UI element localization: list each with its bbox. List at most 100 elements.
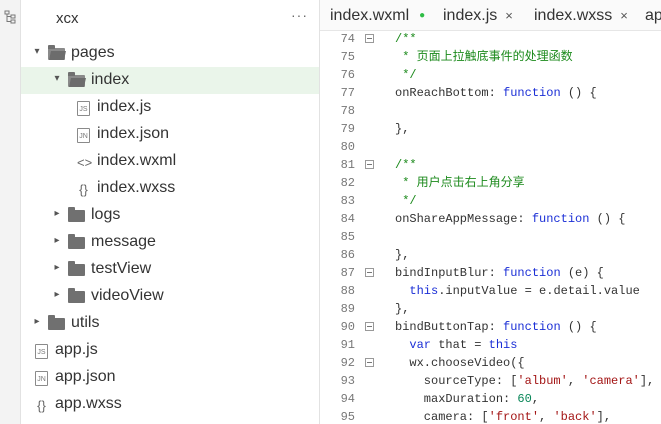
- code-text: bindInputBlur: function (e) {: [395, 264, 604, 282]
- chevron-right-icon[interactable]: ▸: [51, 235, 63, 246]
- folder-icon: [68, 288, 85, 303]
- line-number: 87: [340, 266, 355, 280]
- tab-label: index.js: [443, 7, 498, 24]
- tree-file[interactable]: {} index.wxss: [21, 175, 319, 202]
- tree-item-label: app.js: [55, 341, 98, 358]
- tree-file[interactable]: JN index.json: [21, 121, 319, 148]
- chevron-down-icon[interactable]: ▾: [51, 73, 63, 84]
- code-line: 82 * 用户点击右上角分享: [320, 174, 661, 192]
- code-text: var that = this: [395, 336, 517, 354]
- code-token: ,: [567, 374, 583, 388]
- tree-folder[interactable]: ▾ index: [21, 67, 319, 94]
- file-tree-icon[interactable]: [4, 10, 16, 24]
- code-text: bindButtonTap: function () {: [395, 318, 597, 336]
- code-token: },: [395, 248, 410, 262]
- js-file-icon: JS: [77, 101, 90, 116]
- code-line: 76 */: [320, 66, 661, 84]
- close-tab-icon[interactable]: ×: [505, 8, 513, 23]
- tree-folder[interactable]: ▸ videoView: [21, 283, 319, 310]
- chevron-right-icon[interactable]: ▸: [51, 208, 63, 219]
- code-token: 'camera': [582, 374, 640, 388]
- code-line: 93 sourceType: ['album', 'camera'],: [320, 372, 661, 390]
- tree-item-label: message: [91, 233, 156, 250]
- tab-label: index.wxml: [330, 7, 410, 25]
- code-line: 91 var that = this: [320, 336, 661, 354]
- line-number: 85: [340, 230, 355, 244]
- fold-collapse-icon[interactable]: [365, 358, 374, 367]
- fold-collapse-icon[interactable]: [365, 322, 374, 331]
- tree-item-label: index: [91, 71, 130, 88]
- wxss-file-icon: {}: [37, 398, 46, 413]
- code-text: * 用户点击右上角分享: [395, 174, 524, 192]
- tree-item-label: pages: [71, 44, 115, 61]
- close-tab-icon[interactable]: ×: [620, 8, 628, 23]
- tree-file[interactable]: JN app.json: [21, 364, 319, 391]
- tree-file[interactable]: JS app.js: [21, 337, 319, 364]
- line-number: 75: [340, 50, 355, 64]
- editor-tab[interactable]: index.wxss ×: [534, 0, 628, 30]
- code-line: 74 /**: [320, 30, 661, 48]
- code-line: 94 maxDuration: 60,: [320, 390, 661, 408]
- fold-collapse-icon[interactable]: [365, 34, 374, 43]
- code-token: function: [503, 86, 561, 100]
- code-text: wx.chooseVideo({: [395, 354, 524, 372]
- code-token: */: [395, 194, 417, 208]
- fold-collapse-icon[interactable]: [365, 268, 374, 277]
- code-line: 89},: [320, 300, 661, 318]
- explorer-header: xcx ···: [21, 0, 319, 34]
- code-token: this: [488, 338, 518, 352]
- code-text: this.inputValue = e.detail.value: [395, 282, 639, 300]
- chevron-right-icon[interactable]: ▸: [51, 289, 63, 300]
- code-text: },: [395, 120, 409, 138]
- line-number: 76: [340, 68, 355, 82]
- code-text: },: [395, 246, 409, 264]
- more-actions-icon[interactable]: ···: [291, 7, 308, 23]
- tree-folder[interactable]: ▸ logs: [21, 202, 319, 229]
- tree-file[interactable]: <> index.wxml: [21, 148, 319, 175]
- code-token: 'album': [517, 374, 568, 388]
- code-line: 81 /**: [320, 156, 661, 174]
- editor-tab[interactable]: ap: [645, 0, 661, 30]
- code-token: sourceType: [: [395, 374, 518, 388]
- tree-item-label: index.json: [97, 125, 170, 142]
- project-name: xcx: [56, 10, 79, 27]
- code-text: onShareAppMessage: function () {: [395, 210, 625, 228]
- code-token: },: [395, 122, 410, 136]
- editor-tab[interactable]: index.js ×: [443, 0, 513, 30]
- code-token: 'back': [553, 410, 597, 424]
- tree-folder[interactable]: ▸ utils: [21, 310, 319, 337]
- code-line: 88 this.inputValue = e.detail.value: [320, 282, 661, 300]
- code-line: 86},: [320, 246, 661, 264]
- code-token: /**: [395, 32, 417, 46]
- code-token: /**: [395, 158, 417, 172]
- unsaved-dot-icon[interactable]: ●: [419, 10, 425, 21]
- chevron-right-icon[interactable]: ▸: [31, 316, 43, 327]
- line-number: 79: [340, 122, 355, 136]
- tree-item-label: logs: [91, 206, 121, 223]
- line-number: 83: [340, 194, 355, 208]
- tree-folder[interactable]: ▸ message: [21, 229, 319, 256]
- fold-collapse-icon[interactable]: [365, 160, 374, 169]
- code-token: function: [503, 266, 561, 280]
- code-line: 83 */: [320, 192, 661, 210]
- code-line: 77 onReachBottom: function () {: [320, 84, 661, 102]
- editor-tab[interactable]: index.wxml ●: [330, 0, 425, 30]
- code-text: maxDuration: 60,: [395, 390, 539, 408]
- tree-folder[interactable]: ▸ testView: [21, 256, 319, 283]
- chevron-down-icon[interactable]: ▾: [31, 46, 43, 57]
- code-token: maxDuration:: [395, 392, 518, 406]
- tree-folder[interactable]: ▾ pages: [21, 40, 319, 67]
- code-text: * 页面上拉触底事件的处理函数: [395, 48, 572, 66]
- code-token: () {: [589, 212, 626, 226]
- code-line: 75 * 页面上拉触底事件的处理函数: [320, 48, 661, 66]
- code-token: var: [409, 338, 432, 352]
- chevron-right-icon[interactable]: ▸: [51, 262, 63, 273]
- code-token: 60: [517, 392, 532, 406]
- code-token: 'front': [488, 410, 540, 424]
- tree-item-label: app.json: [55, 368, 116, 385]
- code-editor[interactable]: index.wxml ● index.js × index.wxss × ap 74/** 7…: [320, 0, 661, 424]
- tree-file[interactable]: {} app.wxss: [21, 391, 319, 418]
- line-number: 80: [340, 140, 355, 154]
- tree-file[interactable]: JS index.js: [21, 94, 319, 121]
- code-token: ],: [596, 410, 612, 424]
